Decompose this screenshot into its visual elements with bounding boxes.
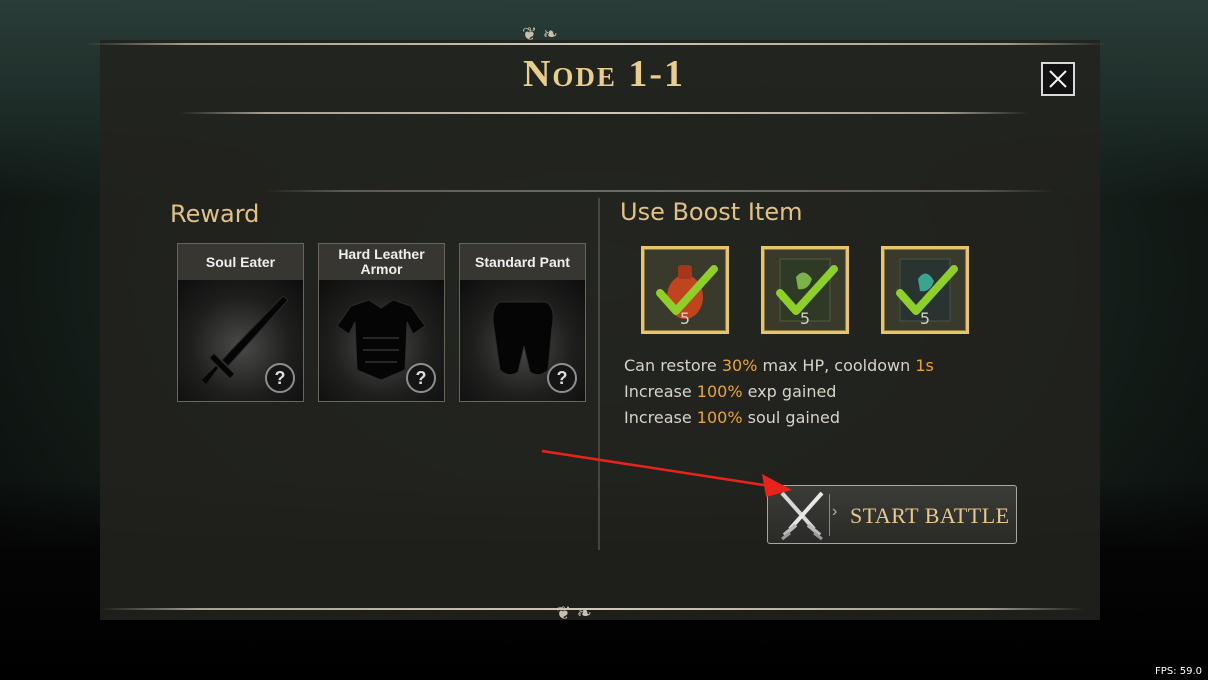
- red-arrow-annotation: [541, 449, 792, 497]
- fps-counter: FPS: 59.0: [1155, 666, 1202, 677]
